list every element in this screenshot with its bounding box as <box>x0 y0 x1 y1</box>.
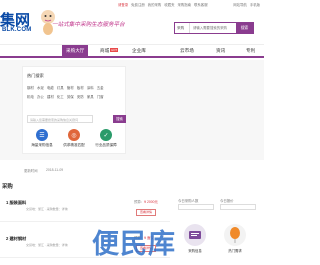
item-name: 1 服装面料 <box>6 200 27 205</box>
nav-item-patent[interactable]: 专利 <box>246 48 255 54</box>
nav-item-companies[interactable]: 企业库 <box>132 48 146 54</box>
shield-icon: ✓ <box>100 129 112 141</box>
keyword-link[interactable]: 化工 <box>57 94 64 99</box>
main-nav: 采购大厅 商城 HOT 企业库 云市场 资讯 专利 <box>0 44 264 58</box>
nav-item-cloud-market[interactable]: 云市场 <box>180 48 194 54</box>
budget-value: ¥ 2000元 <box>144 200 158 204</box>
promo-hot-demand[interactable]: 热门需求 <box>224 224 246 253</box>
keyword-link[interactable]: 电缆 <box>47 85 54 90</box>
stats-box: 今日采购人数 今日报价 <box>178 196 258 222</box>
site-nav-link[interactable]: 网站导航 <box>233 2 247 7</box>
nav-item-label: 商城 <box>100 48 110 53</box>
feature-label: 行业品质保障 <box>95 143 117 147</box>
watermark-text: 便民库 <box>92 229 176 260</box>
top-bar: 请登录 免费注册 我的采购 收藏夹 采购指南 联系客服 网站导航 手机版 <box>0 0 264 8</box>
my-purchase-link[interactable]: 我的采购 <box>148 2 162 7</box>
keyword-link[interactable]: 机电 <box>27 94 34 99</box>
document-icon <box>184 224 206 246</box>
balloon-icon <box>224 224 246 246</box>
promo-label: 采购信息 <box>188 249 202 253</box>
keyword-link[interactable]: 家具 <box>87 94 94 99</box>
hero-search-button[interactable]: 搜索 <box>113 115 126 123</box>
favorites-link[interactable]: 收藏夹 <box>164 2 174 7</box>
keyword-link[interactable]: 水泥 <box>37 85 44 90</box>
top-links: 请登录 免费注册 我的采购 收藏夹 采购指南 联系客服 <box>118 2 208 7</box>
update-date: 2018-11-09 <box>46 168 64 172</box>
panel-title: 热门搜索 <box>27 73 44 78</box>
keyword-row: 机电 办公 建材 化工 劳保 安防 家具 门窗 <box>27 94 125 99</box>
list-item[interactable]: 1 服装面料 交货地：浙江 · 采购数量：详询 预算：¥ 2000元 查看详情 <box>0 196 170 222</box>
stat-value-box <box>220 204 256 210</box>
update-strip: 更新时间 2018-11-09 <box>0 168 264 174</box>
register-link[interactable]: 免费注册 <box>131 2 145 7</box>
stat-value-box <box>178 204 214 210</box>
promo-label: 热门需求 <box>228 249 242 253</box>
nav-item-mall[interactable]: 商城 HOT <box>100 48 119 54</box>
keyword-link[interactable]: 劳保 <box>67 94 74 99</box>
keyword-row: 钢材 水泥 电缆 灯具 管材 板材 涂料 五金 <box>27 85 125 90</box>
hero-search-input[interactable]: 请输入您需要搜索的采购信息关键词 <box>27 115 93 123</box>
list-icon: ☰ <box>36 129 48 141</box>
logo-domain: BLK.COM <box>2 27 32 33</box>
item-budget: 预算：¥ 2000元 <box>134 199 158 204</box>
nav-item-label: 采购大厅 <box>66 48 85 53</box>
item-name: 2 建材钢材 <box>6 236 27 241</box>
item-meta: 交货地：浙江 · 采购数量：详询 <box>26 243 68 247</box>
keyword-link[interactable]: 钢材 <box>27 85 34 90</box>
promo-purchase-info[interactable]: 采购信息 <box>184 224 206 253</box>
search-button[interactable]: 搜索 <box>236 23 253 33</box>
keyword-link[interactable]: 门窗 <box>97 94 104 99</box>
target-icon: ◎ <box>68 129 80 141</box>
update-label: 更新时间 <box>24 169 38 173</box>
item-meta: 交货地：浙江 · 采购数量：详询 <box>26 207 68 211</box>
nav-item-news[interactable]: 资讯 <box>216 48 225 54</box>
view-detail-button[interactable]: 查看详情 <box>136 209 156 216</box>
keyword-link[interactable]: 建材 <box>47 94 54 99</box>
keyword-link[interactable]: 安防 <box>77 94 84 99</box>
site-logo[interactable]: 集网 BLK.COM <box>0 9 40 41</box>
search-input[interactable] <box>191 23 237 33</box>
mobile-link[interactable]: 手机版 <box>250 2 260 7</box>
hot-search-panel: 热门搜索 钢材 水泥 电缆 灯具 管材 板材 涂料 五金 机电 办公 建材 化工… <box>22 66 126 154</box>
top-right-links: 网站导航 手机版 <box>233 2 260 7</box>
hero-area: 热门搜索 钢材 水泥 电缆 灯具 管材 板材 涂料 五金 机电 办公 建材 化工… <box>0 60 264 160</box>
feature-massive-info[interactable]: ☰ 海量采购信息 <box>29 129 55 148</box>
feature-label: 供求精准匹配 <box>63 143 85 147</box>
keyword-link[interactable]: 灯具 <box>57 85 64 90</box>
section-heading: 采购 <box>2 184 13 190</box>
feature-quality-guarantee[interactable]: ✓ 行业品质保障 <box>93 129 119 148</box>
nav-item-label: 企业库 <box>132 48 146 53</box>
slogan: 一站式集中采购生态服务平台 <box>52 22 125 28</box>
keyword-link[interactable]: 办公 <box>37 94 44 99</box>
keyword-link[interactable]: 涂料 <box>87 85 94 90</box>
keyword-link[interactable]: 五金 <box>97 85 104 90</box>
nav-item-label: 资讯 <box>216 48 226 53</box>
service-link[interactable]: 联系客服 <box>194 2 208 7</box>
hot-badge: HOT <box>110 48 119 52</box>
purchase-section-header: 采购 <box>0 180 264 192</box>
nav-item-label: 专利 <box>246 48 256 53</box>
guide-link[interactable]: 采购指南 <box>177 2 191 7</box>
feature-precise-match[interactable]: ◎ 供求精准匹配 <box>61 129 87 148</box>
stat-label: 今日采购人数 <box>178 199 199 203</box>
nav-item-purchase-hall[interactable]: 采购大厅 <box>62 45 89 57</box>
search-type-select[interactable]: 采购 <box>175 23 190 33</box>
keyword-link[interactable]: 管材 <box>67 85 74 90</box>
feature-label: 海量采购信息 <box>31 143 53 147</box>
budget-label: 预算： <box>134 200 145 204</box>
header-search: 采购 搜索 <box>174 22 254 34</box>
login-link[interactable]: 请登录 <box>118 2 128 7</box>
nav-item-label: 云市场 <box>180 48 194 53</box>
keyword-link[interactable]: 板材 <box>77 85 84 90</box>
stat-label: 今日报价 <box>220 199 234 203</box>
